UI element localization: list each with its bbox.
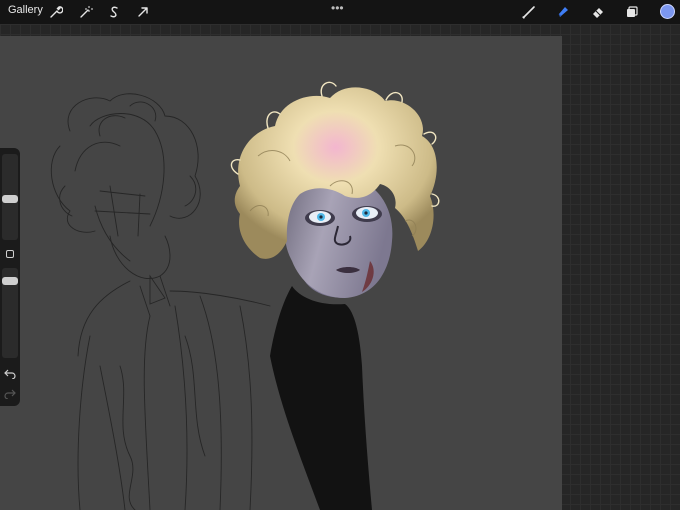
transform-arrow-icon[interactable] xyxy=(134,3,152,21)
opacity-thumb[interactable] xyxy=(2,277,18,286)
color-picker-button[interactable] xyxy=(660,4,675,19)
selection-s-icon[interactable] xyxy=(105,3,123,21)
gallery-button[interactable]: Gallery xyxy=(8,4,43,16)
artwork xyxy=(50,81,440,510)
drawing-canvas[interactable] xyxy=(0,36,562,510)
redo-icon[interactable] xyxy=(4,386,16,400)
magic-wand-icon[interactable] xyxy=(77,3,95,21)
modify-button[interactable] xyxy=(6,250,14,258)
smudge-icon[interactable] xyxy=(554,3,572,21)
left-sidebar xyxy=(0,148,20,406)
eraser-icon[interactable] xyxy=(589,3,607,21)
top-toolbar: Gallery ••• xyxy=(0,0,680,24)
undo-icon[interactable] xyxy=(4,366,16,380)
brush-size-thumb[interactable] xyxy=(2,194,18,203)
more-options-button[interactable]: ••• xyxy=(331,1,344,15)
brush-icon[interactable] xyxy=(520,3,538,21)
layers-icon[interactable] xyxy=(623,3,641,21)
wrench-icon[interactable] xyxy=(47,3,65,21)
